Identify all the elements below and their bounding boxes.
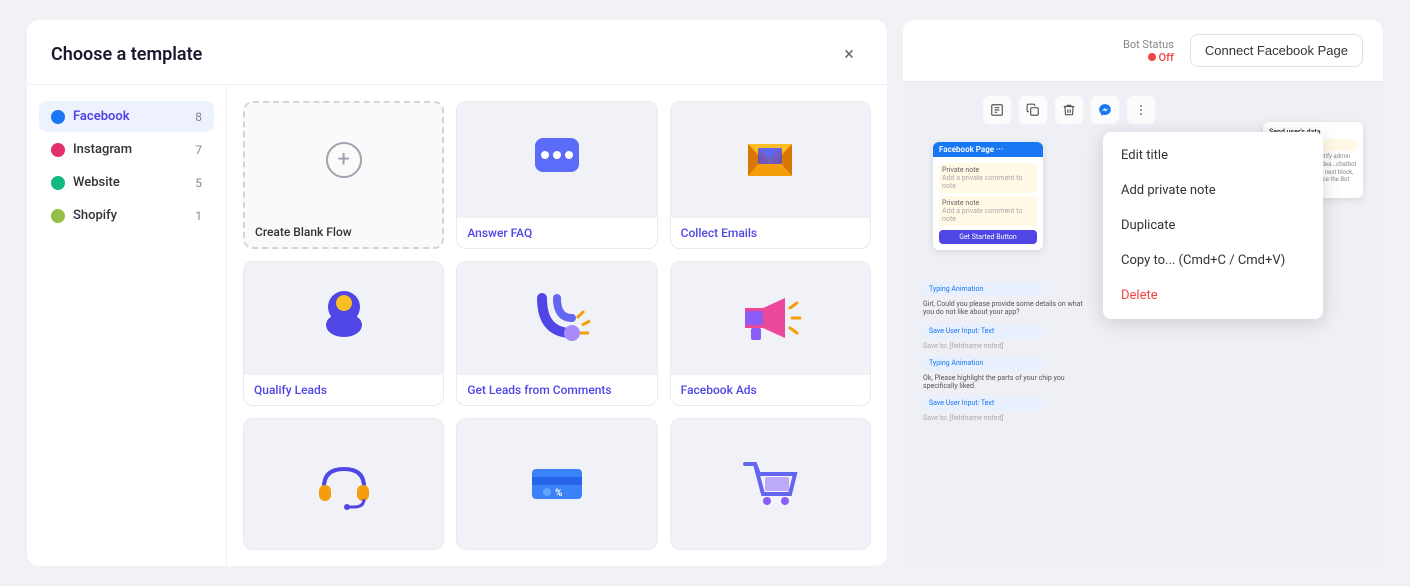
modal-body: Facebook 8 Instagram 7 Website 5 Shopify… <box>27 85 887 566</box>
template-card-answer-faq[interactable]: Answer FAQ <box>456 101 657 249</box>
headset-icon <box>309 449 379 519</box>
sidebar-item-shopify[interactable]: Shopify 1 <box>39 200 214 231</box>
platform-dot-shopify <box>51 209 65 223</box>
sidebar-item-label-shopify: Shopify <box>73 208 117 223</box>
template-label-collect-emails: Collect Emails <box>671 218 870 248</box>
node-row-2: Private noteAdd a private comment to not… <box>939 196 1037 226</box>
template-icon-area-facebook-ads <box>671 262 870 376</box>
chat-icon <box>527 130 587 190</box>
messenger-icon[interactable] <box>1091 96 1119 124</box>
sidebar-item-label-instagram: Instagram <box>73 142 132 157</box>
template-icon-area-collect-emails <box>671 102 870 218</box>
template-card-collect-emails[interactable]: Collect Emails <box>670 101 871 249</box>
trash-icon[interactable] <box>1055 96 1083 124</box>
template-card-facebook-ads[interactable]: Facebook Ads <box>670 261 871 407</box>
sidebar-item-label-website: Website <box>73 175 120 190</box>
sidebar-badge-facebook: 8 <box>195 110 202 124</box>
sidebar-badge-shopify: 1 <box>195 209 202 223</box>
template-icon-area-answer-faq <box>457 102 656 218</box>
copy-icon[interactable] <box>1019 96 1047 124</box>
save-input-2: Save User Input: Text <box>923 396 1043 410</box>
typing-animation: Typing Animation <box>923 282 1043 296</box>
more-options-icon[interactable] <box>1127 96 1155 124</box>
context-menu-item-duplicate[interactable]: Duplicate <box>1103 208 1323 243</box>
flow-node-1: Facebook Page ··· Private noteAdd a priv… <box>933 142 1043 250</box>
template-icon-area-blank: + <box>245 103 442 217</box>
template-label-blank: Create Blank Flow <box>245 217 442 247</box>
template-card-qualify-leads[interactable]: Qualify Leads <box>243 261 444 407</box>
templates-grid: + Create Blank Flow Answer FAQ Collect Em… <box>227 85 887 566</box>
context-menu-item-edit-title[interactable]: Edit title <box>1103 138 1323 173</box>
sidebar-badge-instagram: 7 <box>195 143 202 157</box>
template-label-leads-from-comments: Get Leads from Comments <box>457 375 656 405</box>
close-button[interactable]: × <box>835 40 863 68</box>
sidebar-item-facebook[interactable]: Facebook 8 <box>39 101 214 132</box>
right-panel-header: Bot Status Off Connect Facebook Page <box>903 20 1383 82</box>
flow-text: Girl, Could you please provide some deta… <box>923 300 1083 316</box>
svg-text:%: % <box>555 488 562 499</box>
magnet-icon <box>522 283 592 353</box>
sidebar-item-left: Facebook <box>51 109 130 124</box>
get-started-button: Get Started Button <box>939 230 1037 244</box>
template-card-leads-from-comments[interactable]: Get Leads from Comments <box>456 261 657 407</box>
node-header: Facebook Page ··· <box>933 142 1043 157</box>
bot-status-value: Off <box>1148 51 1174 64</box>
modal-title: Choose a template <box>51 44 202 65</box>
template-sidebar: Facebook 8 Instagram 7 Website 5 Shopify… <box>27 85 227 566</box>
template-modal: Choose a template × Facebook 8 Instagram… <box>27 20 887 566</box>
template-icon-area-template7 <box>244 419 443 549</box>
person-icon <box>309 283 379 353</box>
sidebar-item-left: Shopify <box>51 208 117 223</box>
template-card-blank[interactable]: + Create Blank Flow <box>243 101 444 249</box>
modal-header: Choose a template × <box>27 20 887 85</box>
save-note: Save to: [fieldname noted] <box>923 342 1363 350</box>
connect-facebook-button[interactable]: Connect Facebook Page <box>1190 34 1363 67</box>
typing-animation-2: Typing Animation <box>923 356 1043 370</box>
bot-status: Bot Status Off <box>1123 38 1174 64</box>
template-icon-area-template9 <box>671 419 870 549</box>
context-menu-item-add-private-note[interactable]: Add private note <box>1103 173 1323 208</box>
sidebar-item-left: Website <box>51 175 120 190</box>
sidebar-item-instagram[interactable]: Instagram 7 <box>39 134 214 165</box>
sidebar-item-label-facebook: Facebook <box>73 109 130 124</box>
node-row: Private noteAdd a private comment to not… <box>939 163 1037 193</box>
sidebar-badge-website: 5 <box>195 176 202 190</box>
template-label-qualify-leads: Qualify Leads <box>244 375 443 405</box>
sidebar-item-website[interactable]: Website 5 <box>39 167 214 198</box>
right-panel-content: Facebook Page ··· Private noteAdd a priv… <box>903 82 1383 566</box>
right-panel: Bot Status Off Connect Facebook Page <box>903 20 1383 566</box>
note-icon[interactable] <box>983 96 1011 124</box>
context-menu-item-copy-to[interactable]: Copy to... (Cmd+C / Cmd+V) <box>1103 243 1323 278</box>
save-input: Save User Input: Text <box>923 324 1043 338</box>
platform-dot-facebook <box>51 110 65 124</box>
discount-icon: % <box>522 449 592 519</box>
template-label-facebook-ads: Facebook Ads <box>671 375 870 405</box>
template-icon-area-qualify-leads <box>244 262 443 376</box>
megaphone-icon <box>735 283 805 353</box>
bot-status-label: Bot Status <box>1123 38 1174 51</box>
flow-text-2: Ok, Please highlight the parts of your c… <box>923 374 1083 390</box>
status-dot <box>1148 53 1156 61</box>
cart-icon <box>735 449 805 519</box>
template-label-answer-faq: Answer FAQ <box>457 218 656 248</box>
template-card-template7[interactable] <box>243 418 444 550</box>
context-menu-item-delete[interactable]: Delete <box>1103 278 1323 313</box>
plus-icon: + <box>326 142 362 178</box>
template-icon-area-leads-from-comments <box>457 262 656 376</box>
sidebar-item-left: Instagram <box>51 142 132 157</box>
template-icon-area-template8: % <box>457 419 656 549</box>
save-note-2: Save to: [fieldname noted] <box>923 414 1363 422</box>
context-menu: Edit titleAdd private noteDuplicateCopy … <box>1103 132 1323 319</box>
email-icon <box>740 130 800 190</box>
platform-dot-instagram <box>51 143 65 157</box>
platform-dot-website <box>51 176 65 190</box>
template-card-template8[interactable]: % <box>456 418 657 550</box>
template-card-template9[interactable] <box>670 418 871 550</box>
canvas-toolbar <box>983 96 1155 124</box>
